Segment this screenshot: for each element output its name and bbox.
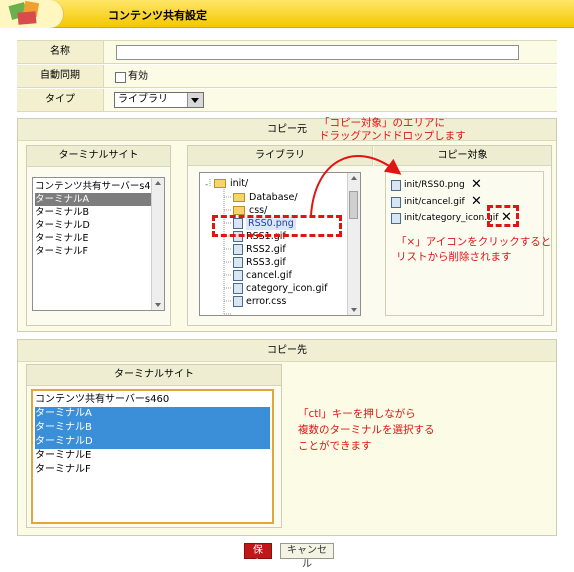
form-row-autosync: 自動同期 有効 xyxy=(17,65,557,88)
copy-target-label: init/category_icon.gif xyxy=(404,213,499,223)
copy-target-item: init/category_icon.gif ✕ xyxy=(391,211,543,225)
list-item[interactable]: コンテンツ共有サーバーs460 xyxy=(35,393,270,407)
scroll-down-icon[interactable] xyxy=(351,308,357,312)
scroll-down-icon[interactable] xyxy=(155,303,161,307)
name-input[interactable] xyxy=(116,45,519,60)
autosync-checkbox-label: 有効 xyxy=(128,71,148,82)
tree-node-label: error.css xyxy=(246,296,287,307)
type-select[interactable]: ライブラリ xyxy=(114,92,204,108)
form-row-type: タイプ ライブラリ xyxy=(17,89,557,112)
app-logo-icon xyxy=(0,0,64,28)
scroll-up-icon[interactable] xyxy=(155,181,161,185)
tree-node-label: category_icon.gif xyxy=(246,283,328,294)
close-icon[interactable]: ✕ xyxy=(471,195,482,208)
folder-icon xyxy=(233,206,245,215)
source-terminal-list[interactable]: コンテンツ共有サーバーs460 ターミナルA ターミナルB ターミナルD ターミ… xyxy=(32,177,165,311)
list-item[interactable]: ターミナルF xyxy=(35,463,270,477)
file-icon xyxy=(233,257,243,268)
tree-node-label: init/ xyxy=(230,178,249,189)
list-item[interactable]: ターミナルA xyxy=(35,193,151,206)
tree-node-file[interactable]: error.css xyxy=(233,295,353,308)
remove-highlight-box xyxy=(487,205,519,227)
folder-icon xyxy=(214,179,226,188)
tree-node-label: Database/ xyxy=(249,192,298,203)
save-button[interactable]: 保存 xyxy=(244,543,272,570)
close-icon[interactable]: ✕ xyxy=(471,178,482,191)
list-item[interactable]: ターミナルA xyxy=(35,407,270,421)
source-terminal-panel-title: ターミナルサイト xyxy=(27,146,170,167)
list-item[interactable]: ターミナルB xyxy=(35,206,151,219)
list-item[interactable]: ターミナルB xyxy=(35,421,270,435)
list-item[interactable]: コンテンツ共有サーバーs460 xyxy=(35,180,163,193)
copy-target-item: init/RSS0.png ✕ xyxy=(391,178,541,192)
dest-terminal-list[interactable]: コンテンツ共有サーバーs460 ターミナルA ターミナルB ターミナルD ターミ… xyxy=(31,389,274,524)
file-icon xyxy=(233,270,243,281)
remove-note-line1: 「×」アイコンをクリックすると xyxy=(396,236,552,248)
form-row-name: 名称 xyxy=(17,41,557,64)
name-label: 名称 xyxy=(17,41,104,63)
drag-note-line1: 「コピー対象」のエリアに xyxy=(319,117,445,129)
copy-target-label: init/cancel.gif xyxy=(404,197,465,207)
tree-node-label: RSS2.gif xyxy=(246,244,286,255)
tree-node-file[interactable]: cancel.gif xyxy=(233,269,353,282)
tree-node-file[interactable]: RSS3.gif xyxy=(233,256,353,269)
type-select-value: ライブラリ xyxy=(118,94,168,105)
copy-target-label: init/RSS0.png xyxy=(404,180,465,190)
tree-node-label: cancel.gif xyxy=(246,270,292,281)
drag-note-line2: ドラッグアンドドロップします xyxy=(319,130,466,142)
type-label: タイプ xyxy=(17,89,104,111)
tree-node-file[interactable]: RSS2.gif xyxy=(233,243,353,256)
folder-icon xyxy=(233,193,245,202)
list-item[interactable]: ターミナルE xyxy=(35,449,270,463)
copy-source-title: コピー元 xyxy=(18,119,556,141)
tree-node-label: RSS3.gif xyxy=(246,257,286,268)
svg-text:-: - xyxy=(205,180,208,190)
list-item[interactable]: ターミナルE xyxy=(35,232,151,245)
ctrl-note-line2: 複数のターミナルを選択する xyxy=(298,424,435,436)
autosync-checkbox[interactable] xyxy=(115,72,126,83)
list-item[interactable]: ターミナルD xyxy=(35,435,270,449)
chevron-down-icon[interactable] xyxy=(187,93,203,107)
scrollbar[interactable] xyxy=(151,178,164,310)
ctrl-note-line3: ことができます xyxy=(298,440,372,452)
title-bar xyxy=(0,0,574,28)
tree-node-file[interactable]: category_icon.gif xyxy=(233,282,353,295)
autosync-label: 自動同期 xyxy=(17,65,104,87)
file-icon xyxy=(233,283,243,294)
list-item[interactable]: ターミナルD xyxy=(35,219,151,232)
file-icon xyxy=(233,296,243,307)
ctrl-note-line1: 「ctl」キーを押しながら xyxy=(298,408,416,420)
list-item[interactable]: ターミナルF xyxy=(35,245,151,258)
cancel-button[interactable]: キャンセル xyxy=(280,543,334,570)
drag-arrow xyxy=(310,155,402,216)
copy-dest-title: コピー先 xyxy=(18,340,556,362)
page-title: コンテンツ共有設定 xyxy=(108,9,207,22)
remove-note-line2: リストから削除されます xyxy=(396,251,512,263)
dest-terminal-panel-title: ターミナルサイト xyxy=(27,365,281,386)
file-icon xyxy=(233,244,243,255)
